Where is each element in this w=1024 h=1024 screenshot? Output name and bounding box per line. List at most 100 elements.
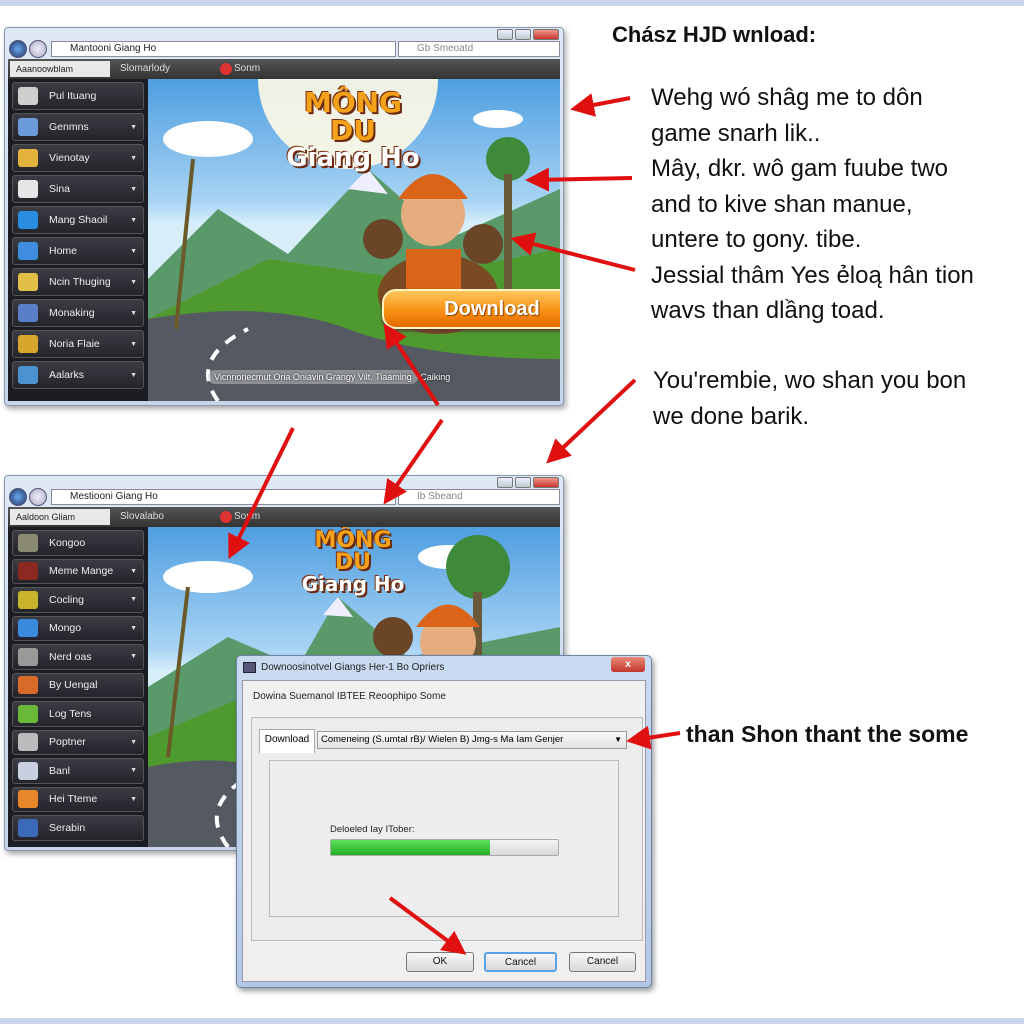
frame-icon xyxy=(18,366,38,384)
sidebar-item[interactable]: Meme Mange ▼ xyxy=(12,558,144,584)
chevron-down-icon: ▼ xyxy=(130,154,137,162)
sidebar-item-label: Genmns xyxy=(49,121,89,133)
chevron-down-icon: ▼ xyxy=(130,767,137,775)
sidebar-item[interactable]: Mang Shaoil ▼ xyxy=(12,206,144,234)
back-button[interactable] xyxy=(9,40,27,58)
butterfly-icon xyxy=(18,619,38,638)
sidebar-item-label: Log Tens xyxy=(49,707,92,720)
sidebar-item-label: Monaking xyxy=(49,307,95,319)
address-bar[interactable]: Mestiooni Giang Ho xyxy=(51,489,396,505)
sidebar-item[interactable]: Noria Flaie ▼ xyxy=(12,330,144,358)
maximize-button[interactable] xyxy=(515,477,531,488)
sidebar-item-label: Ncin Thuging xyxy=(49,276,111,288)
address-bar[interactable]: Mantooni Giang Ho xyxy=(51,41,396,57)
browser-window-1: Mantooni Giang Ho Gb Smeoatd Aaanoowblam… xyxy=(4,27,564,406)
chevron-down-icon: ▼ xyxy=(130,247,137,255)
gem-icon xyxy=(18,242,38,260)
chevron-down-icon: ▼ xyxy=(130,123,137,131)
back-button[interactable] xyxy=(9,488,27,506)
sidebar-item[interactable]: Sina ▼ xyxy=(12,175,144,203)
tab-3[interactable]: Sonm xyxy=(220,507,260,527)
callout-text: than Shon thant the some xyxy=(686,721,969,747)
app-icon xyxy=(243,662,256,673)
sidebar-item[interactable]: Poptner ▼ xyxy=(12,729,144,755)
sidebar-item[interactable]: Nerd oas ▼ xyxy=(12,644,144,670)
download-dropdown[interactable]: Comeneing (S.umtal rB)/ Wielen B) Jmg-s … xyxy=(317,731,627,749)
sidebar: Pul Ituang Genmns ▼ Vienotay ▼ Sina ▼ Mang Shao… xyxy=(8,79,148,401)
close-button[interactable] xyxy=(533,29,559,40)
options-group: Download Comeneing (S.umtal rB)/ Wielen … xyxy=(251,717,643,941)
sidebar-item[interactable]: Cocling ▼ xyxy=(12,587,144,613)
close-button[interactable] xyxy=(533,477,559,488)
sidebar-item-label: Banl xyxy=(49,764,71,777)
chevron-down-icon: ▼ xyxy=(130,278,137,286)
sidebar-item[interactable]: Banl ▼ xyxy=(12,758,144,784)
forward-button[interactable] xyxy=(29,40,47,58)
sidebar-item[interactable]: Kongoo xyxy=(12,530,144,556)
window-controls xyxy=(497,29,559,40)
map-icon xyxy=(18,590,38,609)
search-icon xyxy=(18,87,38,105)
chevron-down-icon: ▼ xyxy=(614,735,622,744)
dropdown-value: Comeneing (S.umtal rB)/ Wielen B) Jmg-s … xyxy=(321,734,564,745)
bottom-border xyxy=(0,1018,1024,1024)
dragon-icon xyxy=(18,704,38,723)
instructions-paragraph-2: You'rembie, wo shan you bon we done barik… xyxy=(653,367,967,430)
chevron-down-icon: ▼ xyxy=(130,216,137,224)
chevron-down-icon: ▼ xyxy=(130,653,137,661)
dialog-body: Dowina Suemanol IBTEE Reoophipo Some Dow… xyxy=(242,680,646,982)
sidebar-item[interactable]: Genmns ▼ xyxy=(12,113,144,141)
forward-button[interactable] xyxy=(29,488,47,506)
sidebar-item-label: Nerd oas xyxy=(49,650,92,663)
cancel-button[interactable]: Cancel xyxy=(484,952,557,972)
sidebar-item[interactable]: Hei Tteme ▼ xyxy=(12,786,144,812)
sidebar-item[interactable]: Mongo ▼ xyxy=(12,615,144,641)
chevron-down-icon: ▼ xyxy=(130,738,137,746)
search-input[interactable]: Gb Smeoatd xyxy=(398,41,560,57)
minimize-button[interactable] xyxy=(497,29,513,40)
sidebar-item[interactable]: Pul Ituang xyxy=(12,82,144,110)
tab-1[interactable]: Aaldoon Gliam xyxy=(10,509,110,525)
sidebar-item[interactable]: Home ▼ xyxy=(12,237,144,265)
figure-icon xyxy=(18,818,38,837)
sidebar-item[interactable]: Vienotay ▼ xyxy=(12,144,144,172)
sidebar-item-label: Hei Tteme xyxy=(49,793,98,806)
dialog-close-button[interactable]: x xyxy=(611,657,645,672)
sidebar-item[interactable]: By Uengal xyxy=(12,672,144,698)
character-icon xyxy=(18,273,38,291)
ok-button[interactable]: OK xyxy=(406,952,474,972)
sidebar-item[interactable]: Log Tens xyxy=(12,701,144,727)
minimize-button[interactable] xyxy=(497,477,513,488)
search-input[interactable]: Ib Sbeand xyxy=(398,489,560,505)
sidebar-item-label: Mang Shaoil xyxy=(49,214,108,226)
envelope-icon xyxy=(18,180,38,198)
sidebar-item[interactable]: Ncin Thuging ▼ xyxy=(12,268,144,296)
red-arrow xyxy=(570,93,631,117)
tab-download[interactable]: Download xyxy=(259,729,315,753)
sidebar-item-label: Meme Mange xyxy=(49,565,114,578)
game-logo: MÔNG DU Giang Ho xyxy=(286,86,420,173)
mail-icon xyxy=(18,118,38,136)
maximize-button[interactable] xyxy=(515,29,531,40)
swords-icon xyxy=(18,733,38,752)
sidebar-item-label: Serabin xyxy=(49,821,86,834)
sidebar: Kongoo Meme Mange ▼ Cocling ▼ Mongo ▼ Nerd oas ▼… xyxy=(8,527,148,847)
instructions-heading: Chász HJD wnload: xyxy=(612,22,817,47)
book-icon xyxy=(18,761,38,780)
tab-2[interactable]: Slomarlody xyxy=(120,59,170,79)
red-arrow xyxy=(546,378,637,464)
sidebar-item-label: Sina xyxy=(49,183,71,195)
sidebar-item[interactable]: Aalarks ▼ xyxy=(12,361,144,389)
tab-1[interactable]: Aaanoowblam xyxy=(10,61,110,77)
sidebar-item[interactable]: Serabin xyxy=(12,815,144,841)
sidebar-item-label: By Uengal xyxy=(49,679,98,692)
download-button[interactable]: Download xyxy=(382,289,560,329)
sidebar-item-label: Poptner xyxy=(49,736,86,749)
sidebar-item-label: Aalarks xyxy=(49,369,85,381)
tab-3[interactable]: Sonm xyxy=(220,59,260,79)
tab-2[interactable]: Slovalabo xyxy=(120,507,164,527)
dialog-title: Downoosinotvel Giangs Her-1 Bo Opriers xyxy=(261,662,445,673)
sidebar-item-label: Mongo xyxy=(49,622,82,635)
cancel-button-2[interactable]: Cancel xyxy=(569,952,636,972)
sidebar-item[interactable]: Monaking ▼ xyxy=(12,299,144,327)
